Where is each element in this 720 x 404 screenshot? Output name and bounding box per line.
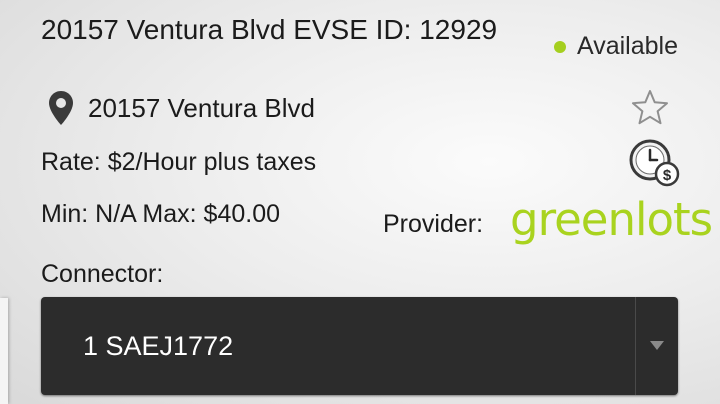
address-row[interactable]: 20157 Ventura Blvd [48,90,315,126]
connector-dropdown[interactable]: 1 SAEJ1772 [41,297,678,395]
map-pin-icon [49,91,73,125]
status-indicator: Available [553,32,678,61]
connector-label: Connector: [41,260,164,288]
provider-label: Provider: [383,210,484,238]
provider-logo: greenlots [510,193,713,246]
status-dot-icon [553,40,566,53]
svg-text:$: $ [663,167,672,184]
min-max-text: Min: N/A Max: $40.00 [41,200,281,228]
station-address: 20157 Ventura Blvd [88,92,315,123]
connector-selected-value: 1 SAEJ1772 [83,331,234,361]
dropdown-divider [635,297,636,395]
star-icon[interactable] [630,88,670,128]
status-label: Available [576,32,678,60]
chevron-down-icon[interactable] [650,341,664,350]
side-panel-edge [0,298,8,404]
rate-text: Rate: $2/Hour plus taxes [41,148,317,176]
station-title: 20157 Ventura Blvd EVSE ID: 12929 [41,14,498,45]
clock-dollar-icon[interactable]: $ [628,138,680,188]
